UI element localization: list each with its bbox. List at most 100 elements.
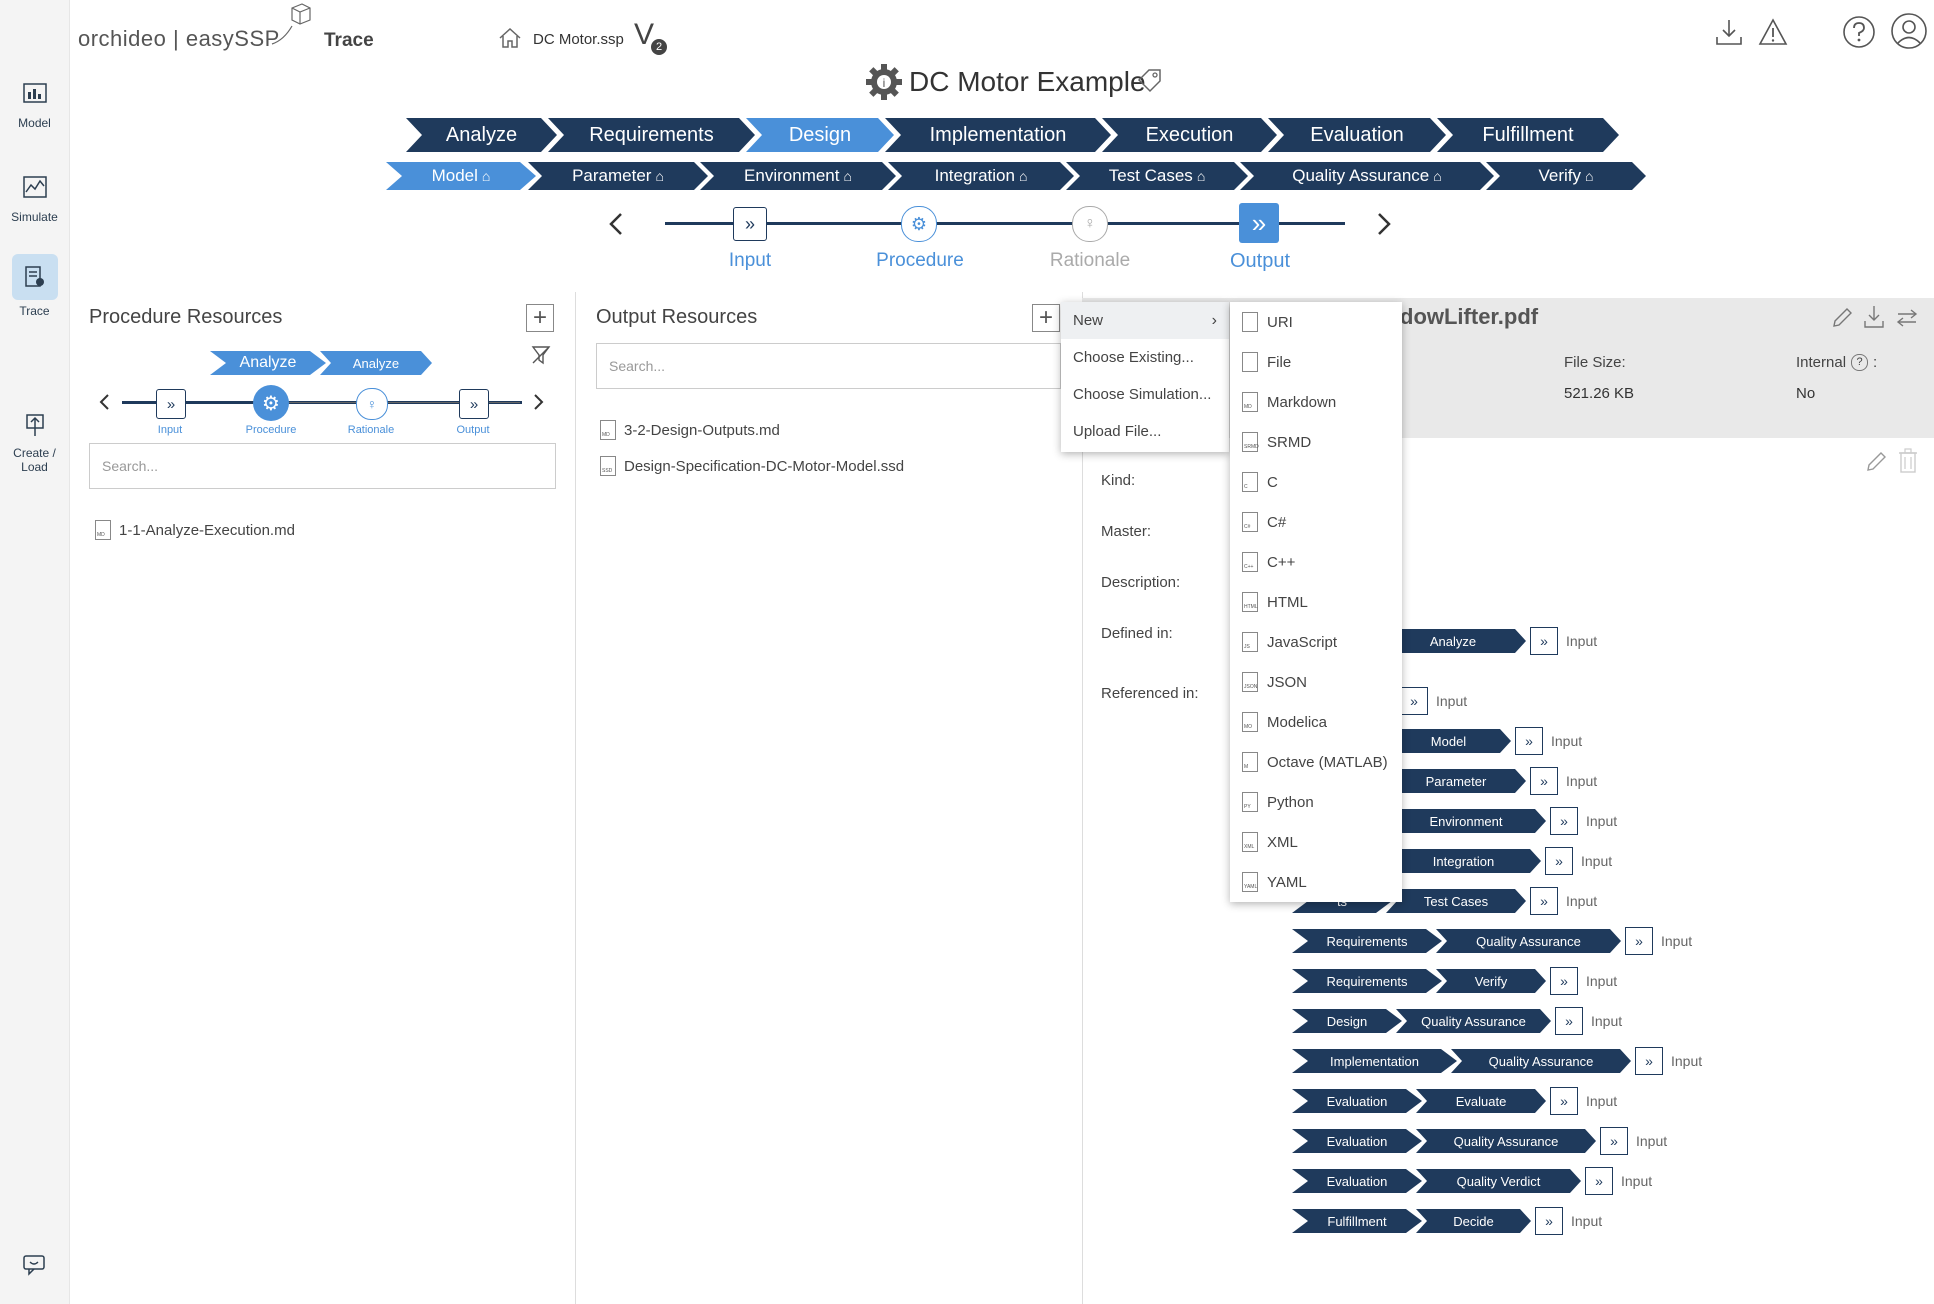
subphase-quality-assurance[interactable]: Quality Assurance ⌂	[1240, 162, 1494, 190]
phase-execution[interactable]: Execution	[1102, 118, 1277, 152]
mini-prev-arrow-icon[interactable]	[97, 392, 111, 412]
reference-phase-chevron[interactable]: Evaluation	[1292, 1129, 1422, 1153]
new-submenu-item[interactable]: XML XML	[1230, 822, 1402, 862]
phase-design[interactable]: Design	[746, 118, 894, 152]
sidebar-item-simulate[interactable]: Simulate	[0, 172, 69, 224]
subphase-verify[interactable]: Verify ⌂	[1486, 162, 1646, 190]
new-submenu-item[interactable]: YAML YAML	[1230, 862, 1402, 902]
reference-subphase-chevron[interactable]: Environment	[1386, 809, 1546, 833]
sidebar-item-create-load[interactable]: Create / Load	[0, 410, 69, 474]
swap-arrows-icon[interactable]	[1894, 308, 1920, 328]
reference-phase-chevron[interactable]: Evaluation	[1292, 1169, 1422, 1193]
home-icon[interactable]	[498, 26, 522, 50]
referenced-in-row[interactable]: Requirements Quality Assurance » Input	[1292, 927, 1692, 955]
reference-subphase-chevron[interactable]: Decide	[1416, 1209, 1531, 1233]
user-avatar-icon[interactable]	[1890, 12, 1928, 50]
step-prev-arrow-icon[interactable]	[606, 210, 626, 238]
phase-evaluation[interactable]: Evaluation	[1268, 118, 1446, 152]
defined-in-row[interactable]: Analyze » Input	[1380, 627, 1597, 655]
new-submenu-item[interactable]: MO Modelica	[1230, 702, 1402, 742]
output-search-input[interactable]: Search...	[596, 343, 1061, 389]
add-output-resource-button[interactable]: +	[1032, 304, 1060, 332]
referenced-in-row[interactable]: Implementation Quality Assurance » Input	[1292, 1047, 1702, 1075]
reference-subphase-chevron[interactable]: Verify	[1436, 969, 1546, 993]
procedure-chevron-analyze-2[interactable]: Analyze	[320, 351, 432, 375]
referenced-in-row[interactable]: Evaluation Quality Assurance » Input	[1292, 1127, 1667, 1155]
phase-analyze[interactable]: Analyze	[406, 118, 557, 152]
reference-phase-chevron[interactable]: Implementation	[1292, 1049, 1457, 1073]
edit-pencil-icon[interactable]	[1830, 306, 1854, 330]
subphase-integration[interactable]: Integration ⌂	[888, 162, 1074, 190]
new-submenu-item[interactable]: M Octave (MATLAB)	[1230, 742, 1402, 782]
referenced-in-row[interactable]: Requirements Verify » Input	[1292, 967, 1617, 995]
new-submenu-item[interactable]: JSON JSON	[1230, 662, 1402, 702]
reference-subphase-chevron[interactable]: Integration	[1386, 849, 1541, 873]
procedure-chevron-analyze-1[interactable]: Analyze	[210, 351, 326, 375]
menu-item-choose-existing[interactable]: Choose Existing...	[1061, 339, 1229, 376]
new-submenu-item[interactable]: HTML HTML	[1230, 582, 1402, 622]
reference-subphase-chevron[interactable]: Quality Assurance	[1416, 1129, 1596, 1153]
output-file-item[interactable]: MD 3-2-Design-Outputs.md	[600, 420, 780, 440]
warning-icon[interactable]	[1758, 17, 1788, 47]
new-submenu-item[interactable]: CC	[1230, 462, 1402, 502]
new-submenu-item[interactable]: File	[1230, 342, 1402, 382]
reference-subphase-chevron[interactable]: Quality Assurance	[1451, 1049, 1631, 1073]
help-icon[interactable]	[1842, 15, 1876, 49]
step-input-button[interactable]: »	[733, 207, 767, 241]
reference-subphase-chevron[interactable]: Quality Assurance	[1396, 1009, 1551, 1033]
reference-phase-chevron[interactable]: Requirements	[1292, 969, 1442, 993]
referenced-in-row[interactable]: Evaluation Evaluate » Input	[1292, 1087, 1617, 1115]
menu-item-new[interactable]: New ›	[1061, 302, 1229, 339]
step-next-arrow-icon[interactable]	[1374, 210, 1394, 238]
trash-icon[interactable]	[1897, 448, 1919, 474]
subphase-parameter[interactable]: Parameter ⌂	[528, 162, 708, 190]
referenced-in-row[interactable]: Design Quality Assurance » Input	[1292, 1007, 1622, 1035]
filter-clear-icon[interactable]	[530, 344, 552, 366]
subphase-model[interactable]: Model ⌂	[386, 162, 536, 190]
mini-step-rationale[interactable]: ♀	[356, 388, 388, 420]
referenced-in-row[interactable]: Fulfillment Decide » Input	[1292, 1207, 1602, 1235]
sidebar-item-model[interactable]: Model	[0, 78, 69, 130]
subphase-environment[interactable]: Environment ⌂	[700, 162, 896, 190]
procedure-search-input[interactable]: Search...	[89, 443, 556, 489]
new-submenu-item[interactable]: URI	[1230, 302, 1402, 342]
phase-requirements[interactable]: Requirements	[548, 118, 755, 152]
menu-item-choose-simulation[interactable]: Choose Simulation...	[1061, 376, 1229, 413]
reference-phase-chevron[interactable]: Evaluation	[1292, 1089, 1422, 1113]
add-procedure-resource-button[interactable]: +	[526, 304, 554, 332]
referenced-in-row[interactable]: Evaluation Quality Verdict » Input	[1292, 1167, 1652, 1195]
procedure-file-item[interactable]: MD 1-1-Analyze-Execution.md	[95, 520, 295, 540]
reference-subphase-chevron[interactable]: Test Cases	[1386, 889, 1526, 913]
step-output-button[interactable]: »	[1239, 203, 1279, 243]
step-procedure-button[interactable]: ⚙	[901, 206, 937, 242]
phase-implementation[interactable]: Implementation	[885, 118, 1111, 152]
new-submenu-item[interactable]: C++ C++	[1230, 542, 1402, 582]
mini-step-output[interactable]: »	[459, 389, 489, 419]
feedback-button[interactable]	[22, 1254, 46, 1276]
new-submenu-item[interactable]: JS JavaScript	[1230, 622, 1402, 662]
reference-phase-chevron[interactable]: Requirements	[1292, 929, 1442, 953]
download-icon[interactable]	[1862, 304, 1886, 330]
edit-pencil-icon[interactable]	[1864, 450, 1888, 474]
version-badge[interactable]: 2	[651, 39, 667, 55]
reference-subphase-chevron[interactable]: Quality Assurance	[1436, 929, 1621, 953]
new-submenu-item[interactable]: MD Markdown	[1230, 382, 1402, 422]
step-rationale-button[interactable]: ♀	[1072, 206, 1108, 242]
output-file-item[interactable]: SSD Design-Specification-DC-Motor-Model.…	[600, 456, 904, 476]
tag-icon[interactable]	[1136, 68, 1164, 94]
mini-step-procedure[interactable]: ⚙	[253, 385, 289, 421]
reference-subphase-chevron[interactable]: Parameter	[1386, 769, 1526, 793]
new-submenu-item[interactable]: SRMD SRMD	[1230, 422, 1402, 462]
info-icon[interactable]: ?	[1851, 354, 1869, 371]
new-submenu-item[interactable]: PY Python	[1230, 782, 1402, 822]
new-submenu-item[interactable]: C# C#	[1230, 502, 1402, 542]
subphase-test-cases[interactable]: Test Cases ⌂	[1066, 162, 1248, 190]
mini-step-input[interactable]: »	[156, 389, 186, 419]
reference-phase-chevron[interactable]: Fulfillment	[1292, 1209, 1422, 1233]
reference-phase-chevron[interactable]: Design	[1292, 1009, 1402, 1033]
phase-fulfillment[interactable]: Fulfillment	[1437, 118, 1619, 152]
mini-next-arrow-icon[interactable]	[532, 392, 546, 412]
reference-subphase-chevron[interactable]: Model	[1386, 729, 1511, 753]
menu-item-upload-file[interactable]: Upload File...	[1061, 413, 1229, 450]
download-icon[interactable]	[1714, 17, 1744, 47]
